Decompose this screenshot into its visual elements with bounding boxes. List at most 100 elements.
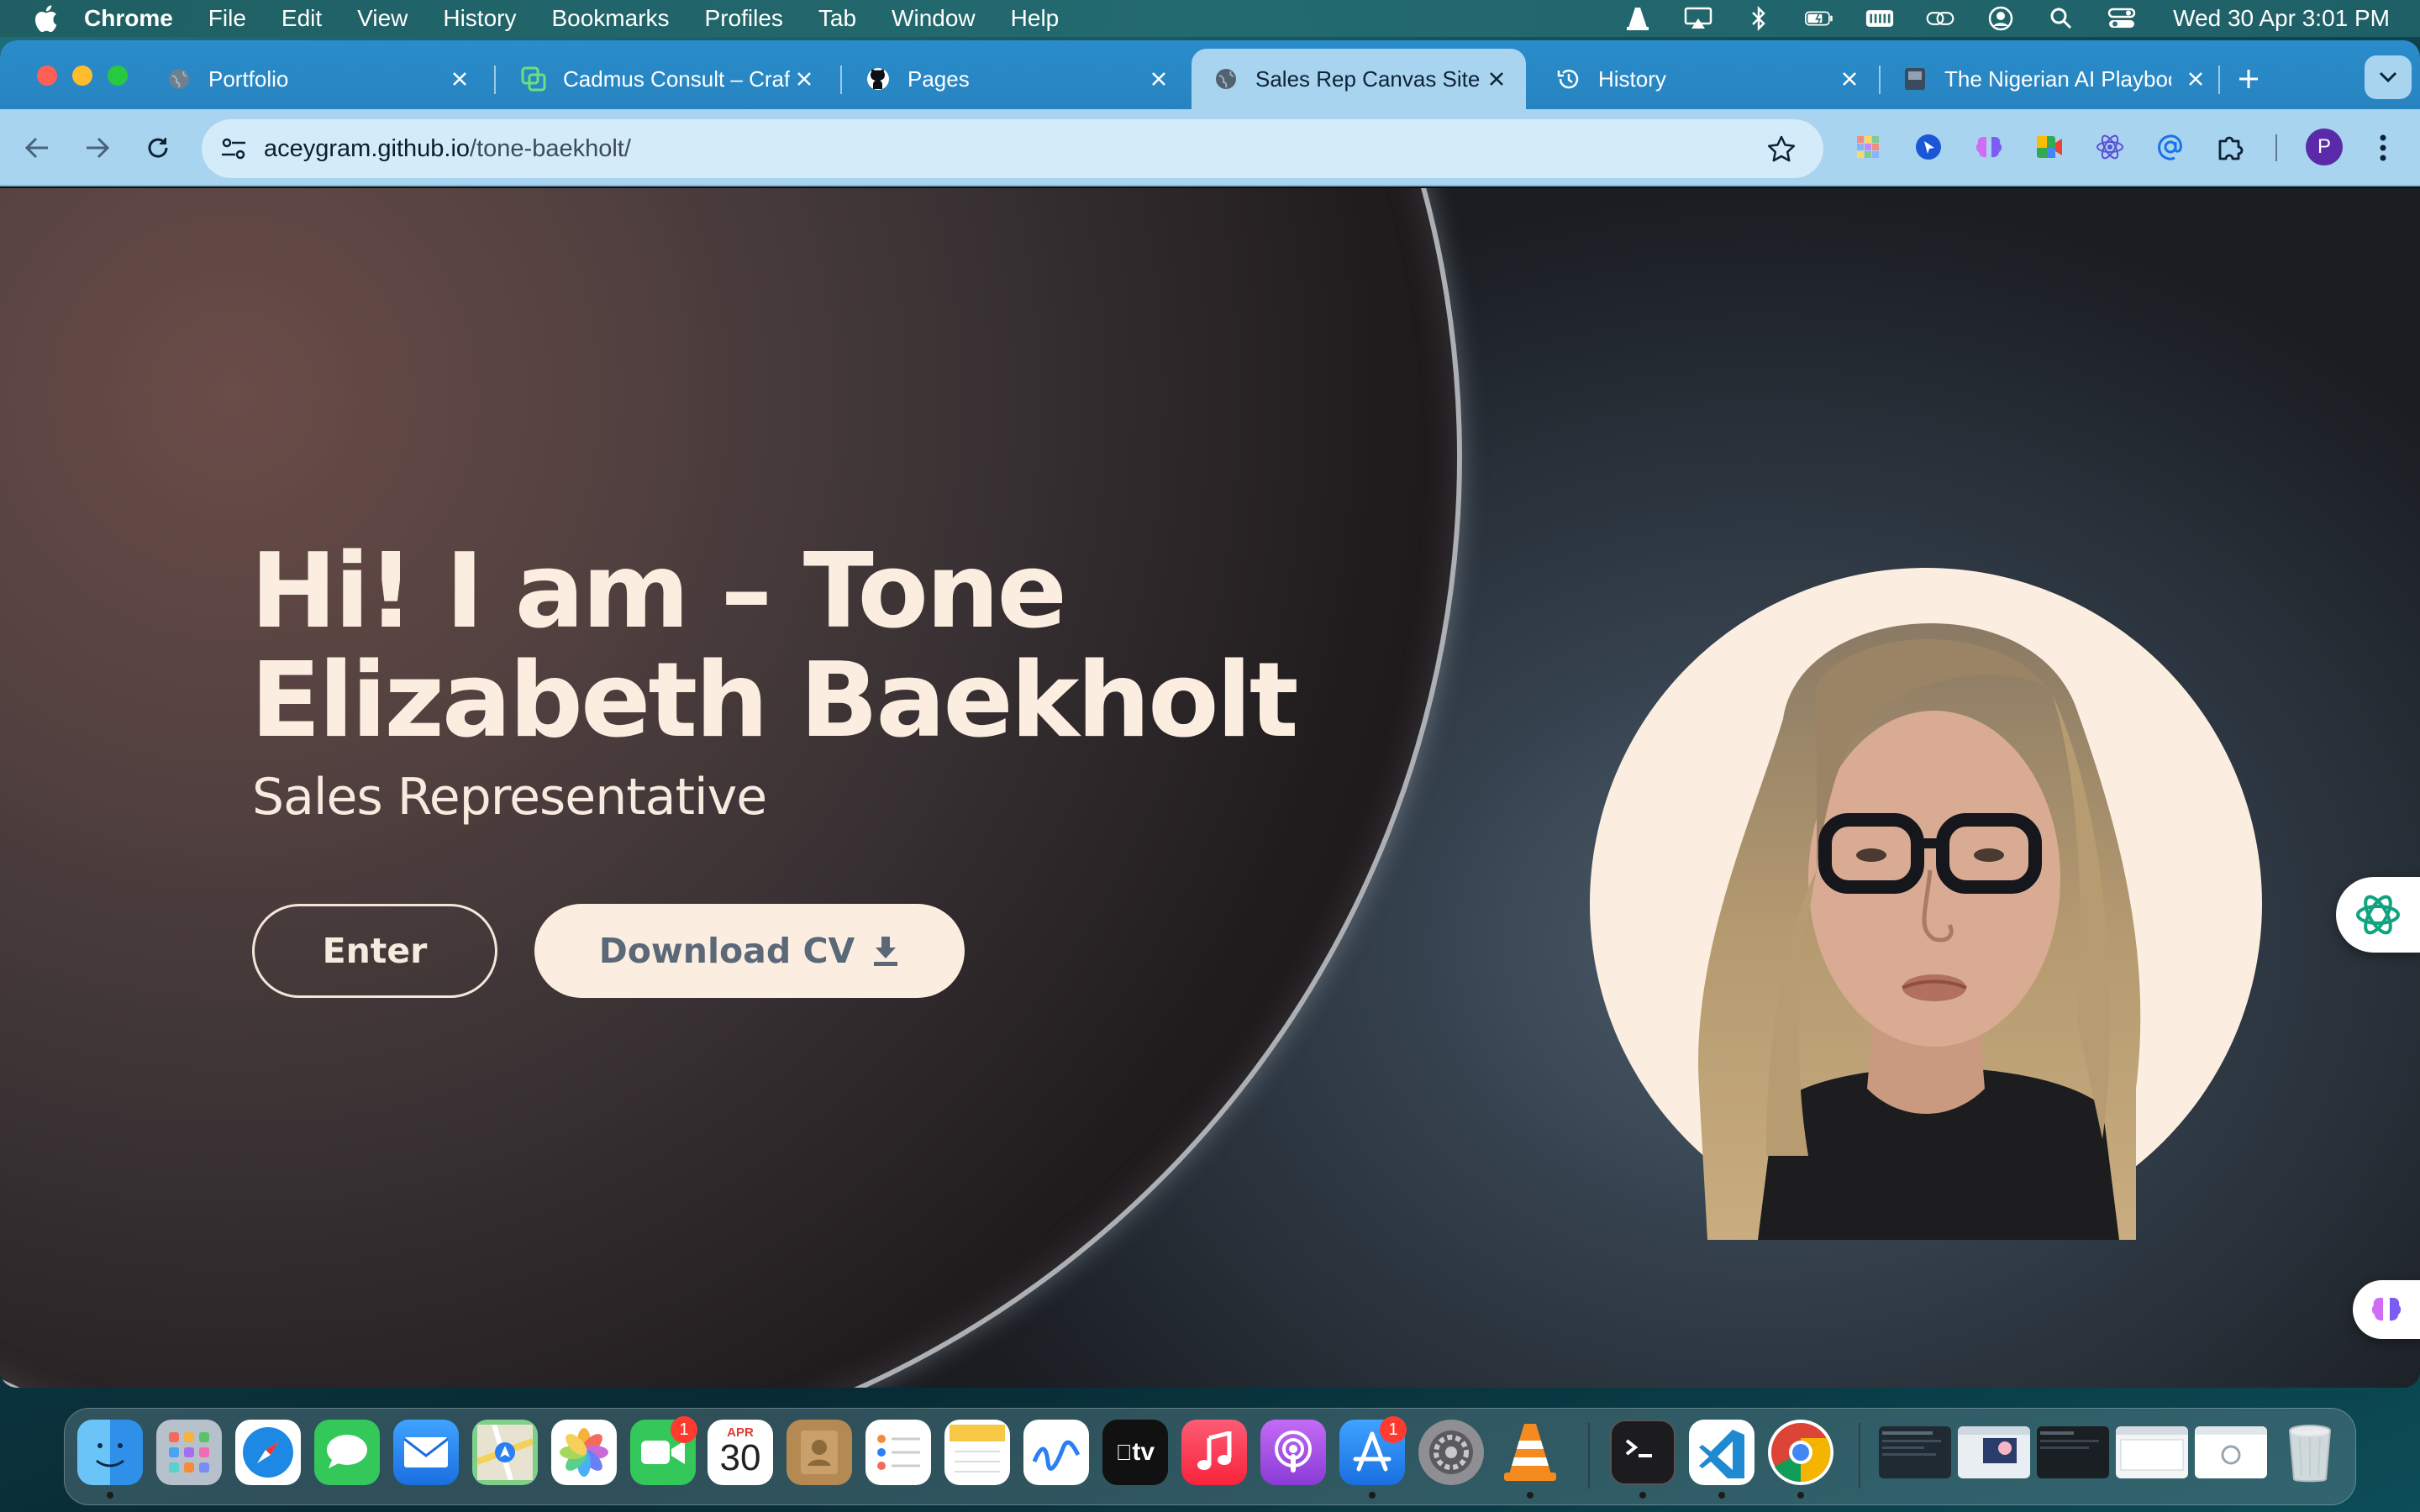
tab-divider: [494, 66, 496, 94]
link-icon[interactable]: [1926, 6, 1954, 31]
menu-window[interactable]: Window: [892, 5, 976, 32]
web-page: Hi! I am – Tone Elizabeth Baekholt Sales…: [0, 188, 2420, 1388]
minimized-window-thumbnail[interactable]: [1879, 1426, 1951, 1478]
download-cv-button[interactable]: Download CV: [534, 904, 965, 998]
new-tab-button[interactable]: [2232, 62, 2265, 96]
bluetooth-icon[interactable]: [1744, 6, 1773, 31]
at-extension-icon[interactable]: [2151, 128, 2190, 166]
contacts-icon[interactable]: [786, 1420, 852, 1485]
hero-title-line2: Elizabeth Baekholt: [250, 641, 1299, 761]
running-indicator: [1797, 1492, 1804, 1499]
menu-app-name[interactable]: Chrome: [84, 5, 173, 32]
tab-portfolio[interactable]: Portfolio: [145, 49, 489, 109]
toolbar-divider: [2275, 134, 2277, 161]
close-tab-icon[interactable]: [1146, 66, 1171, 92]
menu-profiles[interactable]: Profiles: [705, 5, 783, 32]
tab-search-button[interactable]: [2365, 55, 2412, 99]
zoom-window-button[interactable]: [108, 66, 128, 86]
tab-title: Portfolio: [208, 66, 289, 92]
running-indicator: [1718, 1492, 1725, 1499]
safari-icon[interactable]: [235, 1420, 301, 1485]
tab-history[interactable]: History: [1534, 49, 1879, 109]
chatgpt-side-button[interactable]: [2336, 877, 2420, 953]
react-extension-icon[interactable]: [2091, 128, 2129, 166]
maps-icon[interactable]: [472, 1420, 538, 1485]
photos-icon[interactable]: [551, 1420, 617, 1485]
calendar-icon[interactable]: APR 30: [708, 1420, 773, 1485]
battery-icon[interactable]: [1805, 6, 1833, 31]
airplay-icon[interactable]: [1684, 6, 1712, 31]
close-tab-icon[interactable]: [792, 66, 817, 92]
menu-bar: Chrome File Edit View History Bookmarks …: [0, 0, 2420, 37]
control-center-icon[interactable]: [2107, 6, 2136, 31]
forward-button[interactable]: [79, 129, 116, 166]
chrome-menu-icon[interactable]: [2368, 129, 2398, 166]
podcasts-icon[interactable]: [1260, 1420, 1326, 1485]
puzzle-icon[interactable]: [2212, 128, 2250, 166]
browser-toolbar: aceygram.github.io/tone-baekholt/ P: [0, 109, 2420, 186]
search-icon[interactable]: [2047, 6, 2075, 31]
cursor-extension-icon[interactable]: [1909, 128, 1948, 166]
launchpad-icon[interactable]: [156, 1420, 222, 1485]
notes-icon[interactable]: [944, 1420, 1010, 1485]
messages-icon[interactable]: [314, 1420, 380, 1485]
enter-button[interactable]: Enter: [252, 904, 497, 998]
minimized-window-thumbnail[interactable]: [2037, 1426, 2109, 1478]
grid-extension-icon[interactable]: [1849, 128, 1887, 166]
meet-extension-icon[interactable]: [2030, 128, 2069, 166]
menu-bookmarks[interactable]: Bookmarks: [551, 5, 669, 32]
finder-icon[interactable]: [77, 1420, 143, 1485]
system-settings-icon[interactable]: [1418, 1420, 1484, 1485]
menu-file[interactable]: File: [208, 5, 246, 32]
close-tab-icon[interactable]: [2183, 66, 2208, 92]
tab-nigerian-ai-playbook[interactable]: The Nigerian AI Playbook: [1881, 49, 2225, 109]
menu-view[interactable]: View: [357, 5, 408, 32]
brain-extension-icon[interactable]: [1970, 128, 2008, 166]
apple-tv-icon[interactable]: tv: [1102, 1420, 1168, 1485]
tab-pages[interactable]: Pages: [844, 49, 1188, 109]
menu-clock[interactable]: Wed 30 Apr 3:01 PM: [2173, 5, 2390, 32]
bookmark-star-icon[interactable]: [1765, 132, 1798, 165]
minimized-window-thumbnail[interactable]: [2195, 1426, 2267, 1478]
menu-help[interactable]: Help: [1011, 5, 1060, 32]
close-tab-icon[interactable]: [447, 66, 472, 92]
terminal-icon[interactable]: [1610, 1420, 1676, 1485]
running-indicator: [1639, 1492, 1646, 1499]
reload-button[interactable]: [139, 129, 176, 166]
minimized-window-thumbnail[interactable]: [2116, 1426, 2188, 1478]
close-window-button[interactable]: [37, 66, 57, 86]
keyboard-icon[interactable]: [1865, 6, 1894, 31]
freeform-icon[interactable]: [1023, 1420, 1089, 1485]
tab-title: History: [1598, 66, 1666, 92]
url-path: /tone-baekholt/: [470, 134, 631, 162]
menu-history[interactable]: History: [443, 5, 516, 32]
chrome-icon[interactable]: [1768, 1420, 1833, 1485]
tv-text: tv: [1123, 1438, 1155, 1466]
close-tab-icon[interactable]: [1484, 66, 1509, 92]
minimized-window-thumbnail[interactable]: [1958, 1426, 2030, 1478]
reminders-icon[interactable]: [865, 1420, 931, 1485]
menu-tab[interactable]: Tab: [818, 5, 856, 32]
tab-title: Cadmus Consult – Craft: [563, 66, 790, 92]
user-icon[interactable]: [1986, 6, 2015, 31]
brain-side-button[interactable]: [2353, 1280, 2420, 1339]
trash-icon[interactable]: [2277, 1420, 2343, 1485]
tab-divider: [840, 66, 842, 94]
mail-icon[interactable]: [393, 1420, 459, 1485]
vlc-app-icon[interactable]: [1497, 1420, 1563, 1485]
address-bar[interactable]: aceygram.github.io/tone-baekholt/: [202, 119, 1823, 178]
minimize-window-button[interactable]: [72, 66, 92, 86]
tab-cadmus-consult[interactable]: Cadmus Consult – Craft: [499, 49, 834, 109]
profile-avatar[interactable]: P: [2306, 129, 2343, 165]
tab-sales-rep-canvas-site[interactable]: Sales Rep Canvas Site: [1192, 49, 1526, 109]
menu-edit[interactable]: Edit: [281, 5, 322, 32]
site-info-icon[interactable]: [217, 132, 250, 165]
github-icon: [865, 66, 891, 92]
vscode-icon[interactable]: [1689, 1420, 1754, 1485]
back-button[interactable]: [18, 129, 55, 166]
vlc-icon[interactable]: [1623, 6, 1652, 31]
hero-subtitle: Sales Representative: [252, 768, 767, 827]
close-tab-icon[interactable]: [1837, 66, 1862, 92]
apple-menu-icon[interactable]: [29, 0, 62, 37]
music-icon[interactable]: [1181, 1420, 1247, 1485]
